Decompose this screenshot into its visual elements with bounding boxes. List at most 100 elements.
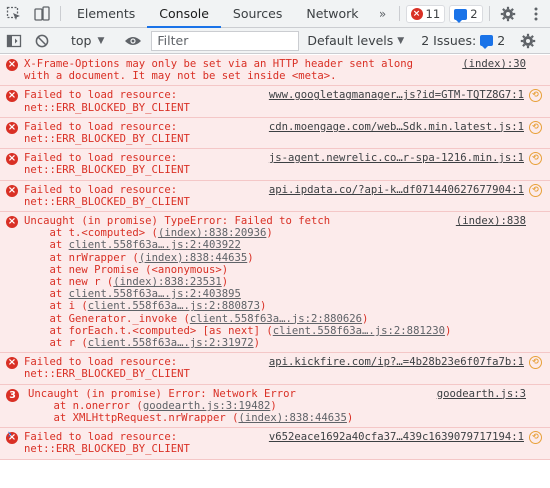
source-link[interactable]: cdn.moengage.com/web…Sdk.min.latest.js:1 bbox=[269, 121, 524, 133]
messages-badge[interactable]: 2 bbox=[449, 5, 483, 23]
clear-console-icon[interactable] bbox=[28, 33, 56, 49]
settings-gear-icon[interactable] bbox=[494, 0, 522, 27]
source-link[interactable]: v652eace1692a40cfa37…439c1639079717194:1 bbox=[269, 431, 524, 443]
stack-frame-text: ) bbox=[221, 276, 229, 289]
source-link[interactable]: api.kickfire.com/ip?…=4b28b23e6f07fa7b:1 bbox=[269, 356, 524, 368]
message-icon bbox=[480, 35, 494, 49]
stack-frame-text: at forEach.t.<computed> [as next] ( bbox=[24, 324, 273, 337]
stack-trace-line: at new Promise (<anonymous>) bbox=[24, 264, 544, 276]
stack-frame-link[interactable]: (index):838:23531 bbox=[113, 276, 221, 288]
more-options-icon[interactable] bbox=[522, 0, 550, 27]
filter-input[interactable] bbox=[151, 30, 300, 51]
tab-elements[interactable]: Elements bbox=[65, 0, 147, 27]
devtools-tabbar: Elements Console Sources Network » × 11 … bbox=[0, 0, 550, 28]
context-label: top bbox=[71, 33, 92, 48]
stack-frame-text: at t.<computed> ( bbox=[24, 227, 158, 240]
error-icon: × bbox=[6, 216, 18, 229]
stack-frame-link[interactable]: client.558f63a….js:2:880626 bbox=[190, 313, 362, 325]
sidebar-toggle-icon[interactable] bbox=[0, 33, 28, 49]
stack-trace-line: at t.<computed> ((index):838:20936) bbox=[24, 227, 544, 239]
tab-sources[interactable]: Sources bbox=[221, 0, 294, 27]
stack-frame-text: at r ( bbox=[24, 337, 88, 350]
console-error-message[interactable]: × Failed to load resource: net::ERR_BLOCK… bbox=[0, 428, 550, 460]
stack-frame-text: at bbox=[24, 239, 69, 252]
error-icon: × bbox=[6, 121, 18, 134]
stack-frame-text: at new Promise (<anonymous>) bbox=[24, 263, 229, 276]
error-icon: × bbox=[6, 357, 18, 370]
tab-console[interactable]: Console bbox=[147, 0, 221, 28]
inspect-element-icon[interactable] bbox=[0, 0, 28, 27]
error-icon: × bbox=[410, 8, 423, 20]
dropdown-arrow-icon: ▼ bbox=[97, 35, 105, 46]
stack-frame-link[interactable]: client.558f63a….js:2:403895 bbox=[69, 288, 241, 300]
issues-count: 2 bbox=[497, 33, 506, 48]
divider bbox=[488, 6, 490, 21]
stack-trace-line: at client.558f63a….js:2:403922 bbox=[24, 239, 544, 251]
stack-frame-link[interactable]: (index):838:44635 bbox=[238, 412, 346, 424]
network-request-icon[interactable]: ⟲ bbox=[529, 183, 542, 197]
issues-label: 2 Issues: bbox=[421, 33, 477, 48]
stack-frame-text: ) bbox=[253, 337, 260, 350]
errors-count: 11 bbox=[425, 7, 441, 21]
console-toolbar: top ▼ Default levels ▼ 2 Issues: 2 bbox=[0, 28, 550, 54]
console-settings-gear-icon[interactable] bbox=[514, 33, 542, 49]
console-error-message[interactable]: × Failed to load resource: net::ERR_BLOCK… bbox=[0, 353, 550, 385]
context-selector[interactable]: top ▼ bbox=[65, 33, 110, 48]
levels-label: Default levels bbox=[307, 33, 394, 48]
stack-frame-text: at Generator._invoke ( bbox=[24, 312, 190, 325]
source-link[interactable]: goodearth.js:3 bbox=[437, 388, 526, 400]
device-toolbar-icon[interactable] bbox=[28, 0, 56, 27]
stack-frame-link[interactable]: client.558f63a….js:2:31972 bbox=[88, 337, 254, 349]
live-expression-eye-icon[interactable] bbox=[119, 34, 147, 48]
stack-frame-link[interactable]: client.558f63a….js:2:881230 bbox=[273, 325, 445, 337]
stack-frame-text: at i ( bbox=[24, 300, 88, 313]
source-link[interactable]: (index):838 bbox=[456, 215, 526, 227]
console-error-message[interactable]: 3 Uncaught (in promise) Error: Network Er… bbox=[0, 384, 550, 429]
stack-frame-text: ) bbox=[260, 300, 267, 313]
stack-frame-link[interactable]: goodearth.js:3:19482 bbox=[143, 400, 271, 412]
source-link[interactable]: js-agent.newrelic.co…r-spa-1216.min.js:1 bbox=[269, 152, 524, 164]
stack-trace-line: at client.558f63a….js:2:403895 bbox=[24, 288, 544, 300]
more-tabs-button[interactable]: » bbox=[371, 0, 395, 27]
console-error-message[interactable]: × Failed to load resource: net::ERR_BLOCK… bbox=[0, 117, 550, 150]
error-icon: × bbox=[6, 90, 18, 103]
stack-frame-text: at nrWrapper ( bbox=[24, 251, 139, 264]
stack-trace-line: at XMLHttpRequest.nrWrapper ((index):838… bbox=[28, 412, 544, 424]
stack-frame-text: at new r ( bbox=[24, 276, 114, 289]
stack-frame-text: ) bbox=[346, 412, 354, 425]
source-link[interactable]: www.googletagmanager…js?id=GTM-TQTZ8G7:1 bbox=[269, 89, 524, 101]
stack-trace-line: at new r ((index):838:23531) bbox=[24, 276, 544, 288]
log-levels-dropdown[interactable]: Default levels ▼ bbox=[307, 33, 404, 48]
stack-frame-text: ) bbox=[444, 324, 452, 337]
stack-frame-link[interactable]: (index):838:20936 bbox=[158, 227, 266, 239]
errors-badge[interactable]: × 11 bbox=[405, 5, 446, 23]
stack-frame-link[interactable]: (index):838:44635 bbox=[139, 252, 247, 264]
stack-frame-link[interactable]: client.558f63a….js:2:880873 bbox=[88, 300, 260, 312]
issues-button[interactable]: 2 Issues: 2 bbox=[421, 33, 506, 49]
console-messages: × X-Frame-Options may only be set via an … bbox=[0, 55, 550, 488]
console-error-message[interactable]: × Failed to load resource: net::ERR_BLOCK… bbox=[0, 86, 550, 118]
console-error-message[interactable]: × X-Frame-Options may only be set via an … bbox=[0, 55, 550, 87]
console-error-message[interactable]: × Failed to load resource: net::ERR_BLOCK… bbox=[0, 149, 550, 181]
console-error-message[interactable]: × Uncaught (in promise) TypeError: Failed… bbox=[0, 212, 550, 354]
network-request-icon[interactable]: ⟲ bbox=[529, 120, 542, 134]
source-link[interactable]: (index):30 bbox=[462, 58, 526, 70]
console-prompt[interactable]: › bbox=[6, 427, 13, 441]
error-icon: × bbox=[6, 153, 18, 166]
source-link[interactable]: api.ipdata.co/?api-k…df071440627677904:1 bbox=[269, 184, 524, 196]
error-repeat-count-icon: 3 bbox=[6, 388, 19, 402]
messages-count: 2 bbox=[470, 7, 478, 21]
stack-frame-text: ) bbox=[247, 251, 254, 264]
stack-trace-line: at r (client.558f63a….js:2:31972) bbox=[24, 337, 544, 349]
stack-frame-text: ) bbox=[266, 227, 273, 240]
stack-trace-line: at n.onerror (goodearth.js:3:19482) bbox=[28, 400, 544, 412]
error-icon: × bbox=[6, 184, 18, 197]
stack-frame-link[interactable]: client.558f63a….js:2:403922 bbox=[69, 239, 241, 251]
console-error-message[interactable]: × Failed to load resource: net::ERR_BLOCK… bbox=[0, 180, 550, 213]
stack-trace-line: at i (client.558f63a….js:2:880873) bbox=[24, 300, 544, 312]
stack-frame-text: ) bbox=[270, 399, 277, 412]
stack-frame-text: at n.onerror ( bbox=[28, 399, 143, 412]
stack-frame-text: at XMLHttpRequest.nrWrapper ( bbox=[28, 412, 239, 425]
stack-frame-text: at bbox=[24, 288, 69, 301]
tab-network[interactable]: Network bbox=[294, 0, 370, 27]
